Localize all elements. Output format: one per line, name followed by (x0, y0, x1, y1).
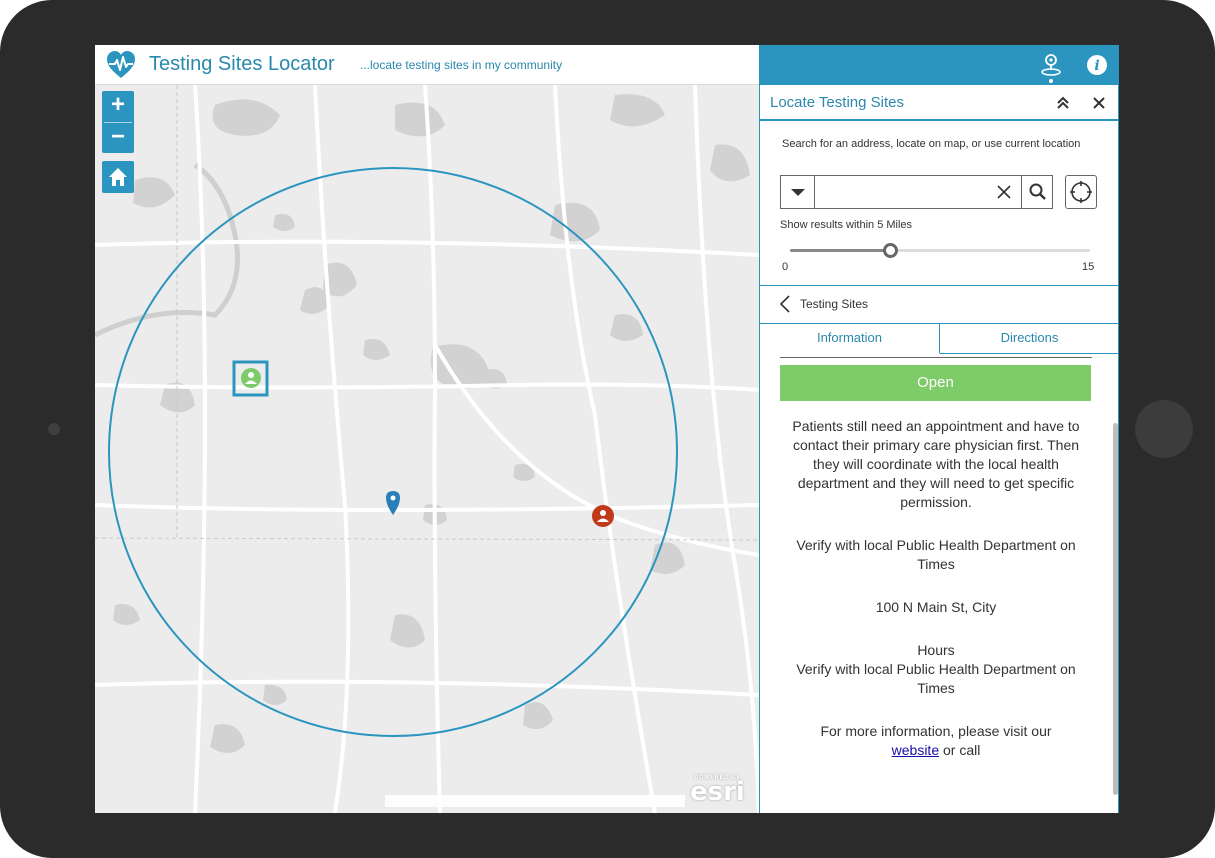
site-address: 100 N Main St, City (875, 599, 997, 615)
tab-directions[interactable]: Directions (940, 324, 1119, 354)
clear-search-icon[interactable] (997, 185, 1011, 199)
camera-dot (48, 423, 60, 435)
tablet-frame: Testing Sites Locator ...locate testing … (0, 0, 1215, 858)
tab-information[interactable]: Information (760, 324, 940, 354)
website-link[interactable]: website (892, 742, 939, 758)
double-chevron-up-icon[interactable] (1056, 96, 1070, 110)
close-icon[interactable] (1093, 97, 1105, 109)
search-icon (1029, 183, 1046, 200)
radius-label: Show results within 5 Miles (780, 219, 913, 231)
use-current-location-button[interactable] (1065, 175, 1097, 209)
back-label: Testing Sites (800, 297, 869, 311)
testing-site-open-marker[interactable] (232, 360, 269, 397)
search-input[interactable] (817, 180, 987, 204)
search-radius-circle (108, 167, 678, 737)
panel-title: Locate Testing Sites (770, 94, 904, 111)
testing-site-closed-marker[interactable] (592, 505, 614, 527)
caret-down-icon (791, 189, 805, 196)
chevron-left-icon (779, 295, 790, 313)
app-subtitle: ...locate testing sites in my community (360, 58, 563, 72)
home-icon (109, 168, 127, 186)
active-tool-indicator (1049, 79, 1053, 83)
esri-logo: POWERED BY esri (690, 775, 745, 807)
app-title: Testing Sites Locator (149, 53, 335, 75)
zoom-in-button[interactable]: + (102, 91, 134, 121)
details-scrollbar[interactable] (1112, 355, 1118, 813)
slider-max-label: 15 (1082, 261, 1095, 273)
more-info-text: For more information, please visit our w… (780, 722, 1092, 760)
location-pin-icon[interactable] (1038, 52, 1064, 78)
svg-text:i: i (1094, 58, 1099, 74)
map-home-button[interactable] (102, 161, 134, 193)
back-to-testing-sites[interactable]: Testing Sites (760, 286, 1119, 324)
search-instructions: Search for an address, locate on map, or… (782, 138, 1081, 150)
app-header: Testing Sites Locator ...locate testing … (95, 45, 759, 85)
app-screen: Testing Sites Locator ...locate testing … (95, 45, 1119, 813)
site-details: Open Patients still need an appointment … (760, 355, 1112, 813)
content-divider (780, 357, 1092, 358)
panel-toolbar: i (759, 45, 1119, 85)
detail-tabs: Information Directions (760, 324, 1119, 354)
locate-panel: Locate Testing Sites Search for an addre… (759, 85, 1119, 813)
radius-slider[interactable] (790, 243, 1090, 258)
more-info-prefix: For more information, please visit our (820, 723, 1052, 739)
basemap (95, 85, 759, 813)
slider-handle[interactable] (883, 243, 898, 258)
times-note: Verify with local Public Health Departme… (796, 537, 1076, 572)
appointment-note: Patients still need an appointment and h… (792, 418, 1080, 510)
device-home-button (1135, 400, 1193, 458)
slider-min-label: 0 (782, 261, 789, 273)
heart-pulse-icon (107, 51, 135, 78)
scrollbar-thumb[interactable] (1113, 423, 1118, 795)
map-view[interactable]: + − POWERED BY esri (95, 85, 759, 813)
address-search (780, 175, 1053, 209)
panel-header: Locate Testing Sites (760, 85, 1119, 121)
status-badge: Open (780, 365, 1091, 401)
search-button[interactable] (1021, 176, 1053, 208)
hours-heading: Hours (917, 642, 955, 658)
hours-value: Verify with local Public Health Departme… (796, 661, 1076, 696)
info-icon[interactable]: i (1084, 52, 1110, 78)
map-attribution (385, 795, 685, 807)
search-source-dropdown[interactable] (781, 176, 815, 208)
zoom-control: + − (102, 91, 134, 153)
more-info-suffix: or call (943, 742, 981, 758)
zoom-out-button[interactable]: − (102, 123, 134, 153)
slider-fill (790, 249, 890, 252)
crosshair-icon (1070, 181, 1092, 203)
